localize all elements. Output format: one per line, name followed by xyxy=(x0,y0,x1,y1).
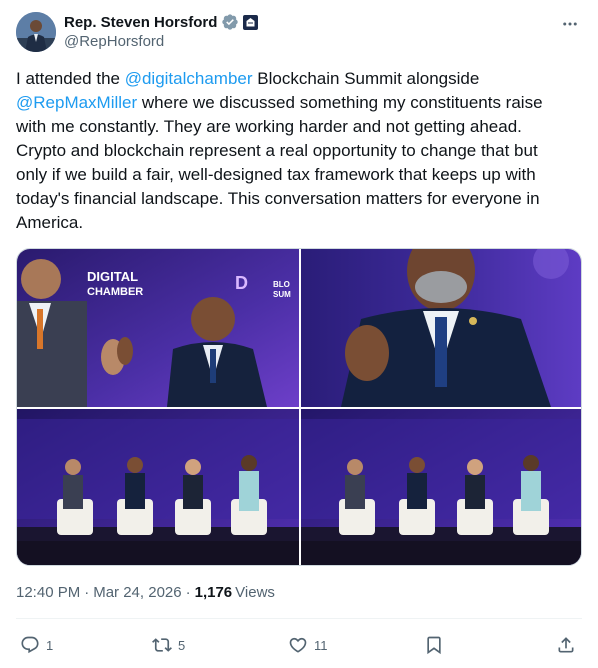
tweet-text-segment: America. xyxy=(16,213,84,232)
reply-count: 1 xyxy=(46,637,54,653)
photo-1[interactable]: DIGITAL CHAMBER D BLO SUM xyxy=(17,249,299,407)
photo-brand-line2: CHAMBER xyxy=(87,286,143,298)
tweet-text-segment: with me constantly. They are working har… xyxy=(16,117,522,136)
tweet-text-segment: today's financial landscape. This conver… xyxy=(16,189,540,208)
tweet-text-line: I attended the @digitalchamber Blockchai… xyxy=(16,67,576,91)
bookmark-button[interactable] xyxy=(424,632,444,658)
mention-link[interactable]: @digitalchamber xyxy=(125,69,253,88)
photo-summit-line1: BLO xyxy=(273,280,290,289)
tweet-text-line: with me constantly. They are working har… xyxy=(16,115,576,139)
tweet-text-line: today's financial landscape. This conver… xyxy=(16,187,576,211)
government-affiliation-icon xyxy=(243,14,259,30)
tweet-meta: 12:40 PM · Mar 24, 2026 · 1,176 Views xyxy=(16,584,275,601)
tweet-text-line: only if we build a fair, well-designed t… xyxy=(16,163,576,187)
more-options-icon[interactable] xyxy=(560,14,580,34)
tweet-time[interactable]: 12:40 PM xyxy=(16,584,80,601)
photo-3[interactable] xyxy=(17,409,299,565)
bookmark-icon xyxy=(427,636,441,655)
repost-count: 5 xyxy=(178,637,186,653)
verified-badge-icon xyxy=(221,13,239,31)
photo-brand-line1: DIGITAL xyxy=(87,269,138,284)
tweet-text: I attended the @digitalchamber Blockchai… xyxy=(16,67,576,235)
meta-separator-2: · xyxy=(185,584,191,601)
tweet-text-segment: I attended the xyxy=(16,69,125,88)
tweet-text-line: @RepMaxMiller where we discussed somethi… xyxy=(16,91,576,115)
tweet-date[interactable]: Mar 24, 2026 xyxy=(93,584,181,601)
photo-summit-line2: SUM xyxy=(273,290,291,299)
repost-icon xyxy=(152,638,172,652)
photo-2[interactable] xyxy=(301,249,581,407)
tweet-text-segment: Crypto and blockchain represent a real o… xyxy=(16,141,538,160)
mention-link[interactable]: @RepMaxMiller xyxy=(16,93,137,112)
tweet-text-segment: where we discussed something my constitu… xyxy=(137,93,543,112)
heart-icon xyxy=(289,637,307,653)
tweet-text-segment: only if we build a fair, well-designed t… xyxy=(16,165,536,184)
tweet-text-line: Crypto and blockchain represent a real o… xyxy=(16,139,576,163)
share-button[interactable] xyxy=(556,632,576,658)
like-count: 11 xyxy=(314,637,328,653)
avatar[interactable] xyxy=(16,12,56,52)
tweet-header: Rep. Steven Horsford @RepHorsford xyxy=(16,12,582,56)
author-names: Rep. Steven Horsford @RepHorsford xyxy=(64,12,259,50)
tweet-text-line: America. xyxy=(16,211,576,235)
photo-4[interactable] xyxy=(301,409,581,565)
meta-separator: · xyxy=(84,584,90,601)
share-icon xyxy=(558,637,574,653)
svg-text:D: D xyxy=(235,273,248,293)
display-name[interactable]: Rep. Steven Horsford xyxy=(64,14,217,31)
reply-icon xyxy=(21,636,39,654)
action-bar: 1 5 11 xyxy=(16,632,582,658)
divider xyxy=(16,618,582,619)
reply-button[interactable]: 1 xyxy=(20,632,53,658)
media-grid: DIGITAL CHAMBER D BLO SUM xyxy=(16,248,582,566)
like-button[interactable]: 11 xyxy=(288,632,328,658)
repost-button[interactable]: 5 xyxy=(152,632,185,658)
display-name-row: Rep. Steven Horsford xyxy=(64,12,259,32)
views-label: Views xyxy=(235,584,275,601)
views-count: 1,176 xyxy=(194,584,233,601)
tweet-text-segment: Blockchain Summit alongside xyxy=(252,69,480,88)
author-handle[interactable]: @RepHorsford xyxy=(64,33,258,50)
